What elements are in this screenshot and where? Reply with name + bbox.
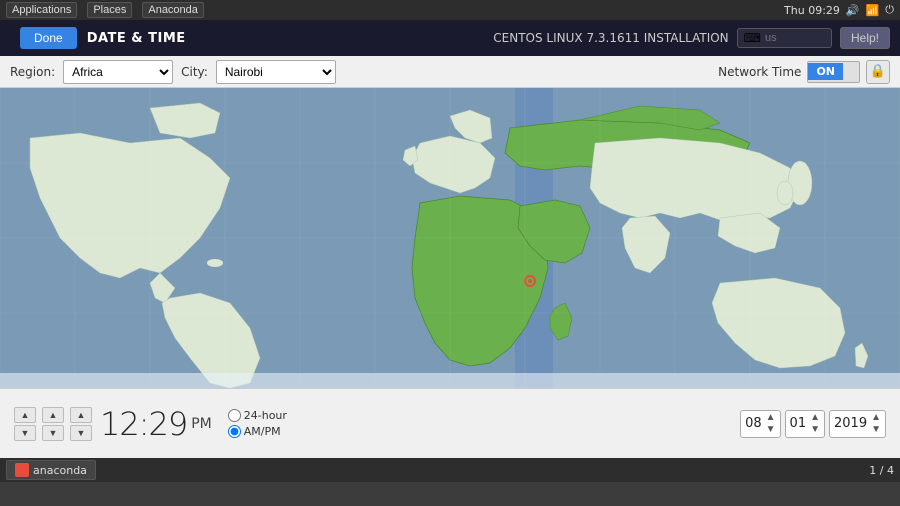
time-digits: 12:29 xyxy=(100,405,187,443)
year-down-button[interactable]: ▼ xyxy=(871,424,881,435)
minutes-down-button[interactable]: ▼ xyxy=(42,425,64,441)
time-controls: ▲ ▼ ▲ ▼ ▲ ▼ 12:29 PM 24-hour AM/PM xyxy=(0,388,900,458)
hours-down-button[interactable]: ▼ xyxy=(14,425,36,441)
minutes-display: 29 xyxy=(149,405,188,443)
seconds-down-button[interactable]: ▼ xyxy=(70,425,92,441)
month-spinner-group: 08 ▲ ▼ xyxy=(740,410,780,438)
keyboard-icon: ⌨ xyxy=(744,31,761,45)
seconds-spinner: ▲ ▼ xyxy=(70,407,92,441)
lock-button[interactable]: 🔒 xyxy=(866,60,890,84)
hours-display: 12 xyxy=(100,405,139,443)
map-svg xyxy=(0,88,900,388)
taskbar-anaconda-item[interactable]: anaconda xyxy=(6,460,96,480)
volume-icon: 🔊 xyxy=(846,4,860,17)
day-up-button[interactable]: ▲ xyxy=(810,412,820,423)
power-icon: ⏻ xyxy=(885,3,894,17)
format-24h-radio[interactable] xyxy=(228,409,241,422)
system-bar-left: Applications Places Anaconda xyxy=(6,2,204,18)
system-time: Thu 09:29 xyxy=(784,4,840,17)
page-title: DATE & TIME xyxy=(87,31,186,46)
taskbar-item-label: anaconda xyxy=(33,464,87,477)
date-spinners: 08 ▲ ▼ 01 ▲ ▼ 2019 ▲ ▼ xyxy=(740,410,886,438)
year-display: 2019 xyxy=(834,416,867,431)
search-input[interactable] xyxy=(765,32,825,44)
day-display: 01 xyxy=(790,416,807,431)
help-button[interactable]: Help! xyxy=(840,27,890,49)
done-button[interactable]: Done xyxy=(20,27,77,49)
system-bar-right: Thu 09:29 🔊 📶 ⏻ xyxy=(784,3,894,17)
time-display: 12:29 PM xyxy=(100,405,212,443)
format-radios: 24-hour AM/PM xyxy=(228,409,287,438)
seconds-up-button[interactable]: ▲ xyxy=(70,407,92,423)
month-up-button[interactable]: ▲ xyxy=(766,412,776,423)
anaconda-menu[interactable]: Anaconda xyxy=(142,2,204,18)
system-bar: Applications Places Anaconda Thu 09:29 🔊… xyxy=(0,0,900,20)
format-ampm-radio[interactable] xyxy=(228,425,241,438)
month-down-button[interactable]: ▼ xyxy=(766,424,776,435)
year-up-button[interactable]: ▲ xyxy=(871,412,881,423)
city-label: City: xyxy=(181,65,208,79)
network-icon: 📶 xyxy=(866,4,880,17)
format-24h-label[interactable]: 24-hour xyxy=(228,409,287,422)
header-right: CENTOS LINUX 7.3.1611 INSTALLATION ⌨ Hel… xyxy=(493,27,890,49)
network-time-toggle[interactable]: ON xyxy=(807,61,860,83)
minutes-spinner: ▲ ▼ xyxy=(42,407,64,441)
toggle-on[interactable]: ON xyxy=(808,63,843,80)
controls-bar: Region: Africa Americas Asia Europe Paci… xyxy=(0,56,900,88)
toggle-off[interactable] xyxy=(843,70,859,74)
search-box[interactable]: ⌨ xyxy=(737,28,832,48)
format-ampm-label[interactable]: AM/PM xyxy=(228,425,287,438)
network-time-group: Network Time ON 🔒 xyxy=(718,60,890,84)
day-spinner-group: 01 ▲ ▼ xyxy=(785,410,825,438)
time-spinners: ▲ ▼ ▲ ▼ ▲ ▼ xyxy=(14,407,92,441)
region-select[interactable]: Africa Americas Asia Europe Pacific xyxy=(63,60,173,84)
taskbar: anaconda 1 / 4 xyxy=(0,458,900,482)
anaconda-icon xyxy=(15,463,29,477)
app-header: Done DATE & TIME CENTOS LINUX 7.3.1611 I… xyxy=(0,20,900,56)
day-down-button[interactable]: ▼ xyxy=(810,424,820,435)
world-map[interactable] xyxy=(0,88,900,388)
year-spinner-group: 2019 ▲ ▼ xyxy=(829,410,886,438)
taskbar-right: 1 / 4 xyxy=(869,464,894,477)
ampm-display: PM xyxy=(191,416,212,432)
network-time-label: Network Time xyxy=(718,65,801,79)
hours-spinner: ▲ ▼ xyxy=(14,407,36,441)
applications-menu[interactable]: Applications xyxy=(6,2,77,18)
minutes-up-button[interactable]: ▲ xyxy=(42,407,64,423)
month-display: 08 xyxy=(745,416,762,431)
page-info: 1 / 4 xyxy=(869,464,894,477)
taskbar-left: anaconda xyxy=(6,460,96,480)
city-select[interactable]: Nairobi Lagos Cairo Accra xyxy=(216,60,336,84)
hours-up-button[interactable]: ▲ xyxy=(14,407,36,423)
centos-title: CENTOS LINUX 7.3.1611 INSTALLATION xyxy=(493,31,728,45)
region-label: Region: xyxy=(10,65,55,79)
places-menu[interactable]: Places xyxy=(87,2,132,18)
